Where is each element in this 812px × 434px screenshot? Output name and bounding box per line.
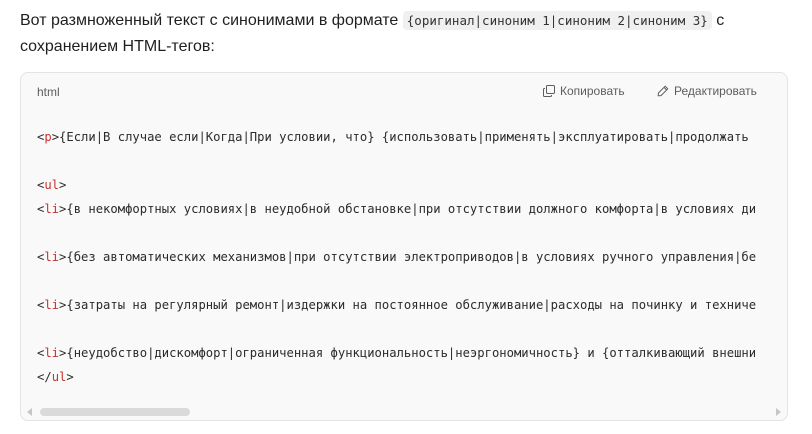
code-text: {затраты на регулярный ремонт|издержки н… — [66, 298, 757, 312]
code-block-header: html Копировать Редактировать — [21, 73, 787, 111]
tag-name: li — [44, 250, 60, 264]
code-line: <li>{без автоматических механизмов|при о… — [37, 245, 785, 269]
code-line: <p>{Если|В случае если|Когда|При условии… — [37, 125, 785, 149]
edit-button[interactable]: Редактировать — [657, 82, 757, 100]
code-content: <p>{Если|В случае если|Когда|При условии… — [37, 125, 785, 395]
tag-name: li — [44, 202, 60, 216]
tag-name: ul — [44, 178, 60, 192]
scroll-right-arrow-icon[interactable] — [776, 408, 781, 416]
tag-close-bracket: > — [59, 178, 67, 192]
tag-close-bracket: > — [66, 370, 74, 384]
edit-button-label: Редактировать — [674, 84, 757, 98]
code-line: <ul> — [37, 173, 785, 197]
copy-icon — [543, 85, 555, 97]
code-line: </ul> — [37, 365, 785, 389]
tag-name: li — [44, 298, 60, 312]
copy-button-label: Копировать — [560, 84, 625, 98]
code-line: <li>{неудобство|дискомфорт|ограниченная … — [37, 341, 785, 365]
tag-name: p — [44, 130, 52, 144]
tag-open-bracket: </ — [37, 370, 52, 384]
code-text: {без автоматических механизмов|при отсут… — [66, 250, 757, 264]
code-block: html Копировать Редактировать <p>{Если|В… — [20, 72, 788, 421]
tag-name: li — [44, 346, 60, 360]
code-line: <li>{в некомфортных условиях|в неудобной… — [37, 197, 785, 221]
assistant-message-intro: Вот размноженный текст с синонимами в фо… — [20, 8, 792, 60]
pencil-icon — [657, 85, 669, 97]
code-text: {в некомфортных условиях|в неудобной обс… — [66, 202, 757, 216]
inline-code-format: {оригинал|синоним 1|синоним 2|синоним 3} — [402, 11, 712, 30]
code-line: <li>{затраты на регулярный ремонт|издерж… — [37, 293, 785, 317]
code-text: {неудобство|дискомфорт|ограниченная функ… — [66, 346, 757, 360]
horizontal-scrollbar[interactable] — [27, 407, 781, 417]
tag-close-bracket: > — [51, 130, 60, 144]
intro-text: Вот размноженный текст с синонимами в фо… — [20, 12, 403, 29]
code-language-label: html — [37, 85, 60, 99]
tag-name: ul — [51, 370, 67, 384]
scrollbar-thumb[interactable] — [40, 408, 190, 416]
code-text: {Если|В случае если|Когда|При условии, ч… — [59, 130, 749, 144]
copy-button[interactable]: Копировать — [543, 82, 625, 100]
scroll-left-arrow-icon[interactable] — [27, 408, 32, 416]
